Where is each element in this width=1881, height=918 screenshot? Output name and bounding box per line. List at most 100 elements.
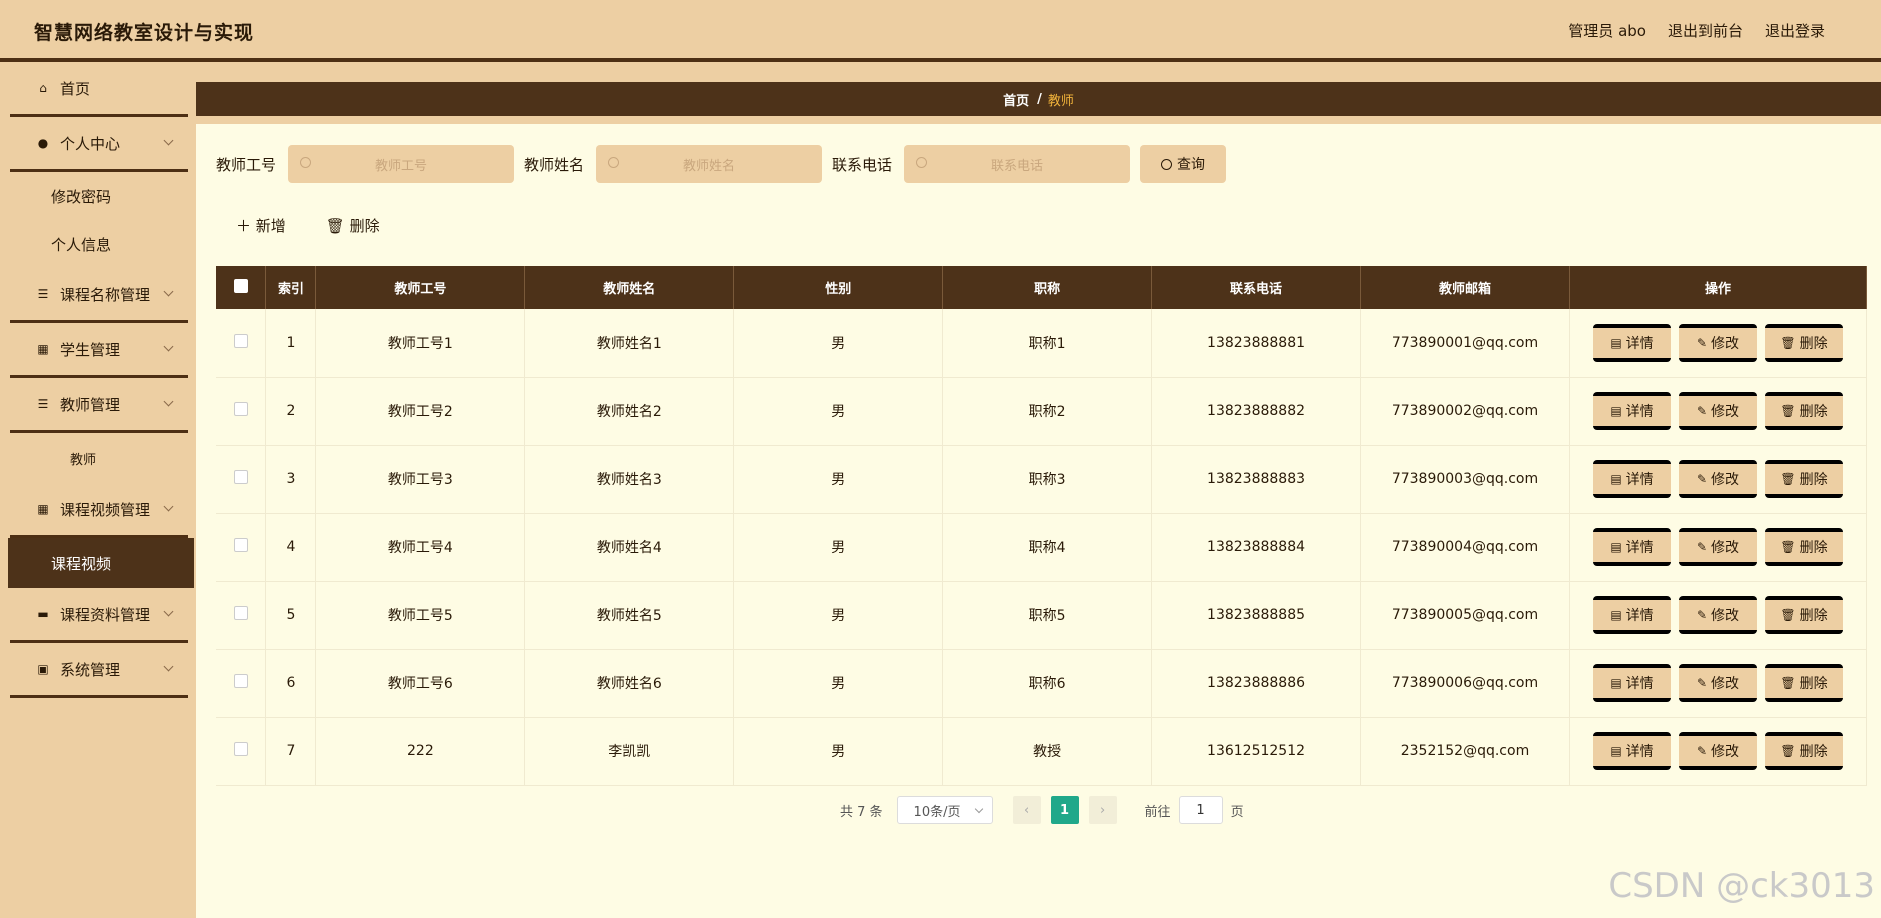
teacher-name-input[interactable]: 教师姓名 bbox=[596, 145, 823, 183]
cell-index: 1 bbox=[265, 309, 317, 378]
column-header: 职称 bbox=[942, 266, 1153, 309]
sidebar-item-course-video[interactable]: ▦ 课程视频管理 bbox=[10, 483, 188, 538]
chevron-down-icon bbox=[163, 501, 174, 512]
next-page-button[interactable]: › bbox=[1088, 796, 1117, 824]
logout-link[interactable]: 退出登录 bbox=[1765, 20, 1825, 41]
top-header: 智慧网络教室设计与实现 管理员 abo 退出到前台 退出登录 bbox=[0, 0, 1881, 62]
row-select-cell bbox=[216, 309, 267, 378]
edit-button[interactable]: ✎ 修改 bbox=[1678, 460, 1757, 498]
cell-teacher-name: 教师姓名2 bbox=[524, 377, 735, 446]
row-checkbox[interactable] bbox=[233, 470, 248, 484]
row-checkbox[interactable] bbox=[233, 402, 248, 416]
sidebar-item-course-material[interactable]: ▬ 课程资料管理 bbox=[10, 588, 188, 643]
user-icon: ● bbox=[37, 136, 49, 150]
page-size-select[interactable]: 10条/页 bbox=[896, 796, 993, 824]
delete-button[interactable]: 🗑 删除 bbox=[1764, 528, 1843, 566]
detail-button[interactable]: ▤ 详情 bbox=[1592, 732, 1671, 770]
sidebar-item-home[interactable]: ⌂ 首页 bbox=[10, 62, 188, 117]
delete-label: 删除 bbox=[349, 217, 380, 235]
bulk-delete-button[interactable]: 🗑 删除 bbox=[326, 215, 380, 236]
sidebar-item-personal[interactable]: ● 个人中心 bbox=[10, 117, 188, 172]
row-checkbox[interactable] bbox=[233, 674, 248, 688]
table-row: 7 222 李凯凯男教授 13612512512 2352152@qq.com ▤ 详情 ✎ 修… bbox=[216, 717, 1868, 786]
ticket-icon: ▬ bbox=[37, 607, 49, 621]
teacher-id-label: 教师工号 bbox=[216, 155, 277, 174]
cell-teacher-id: 教师工号5 bbox=[315, 581, 526, 650]
goto-page-input[interactable]: 1 bbox=[1178, 796, 1223, 824]
row-checkbox[interactable] bbox=[233, 606, 248, 620]
search-icon bbox=[916, 157, 928, 168]
edit-button[interactable]: ✎ 修改 bbox=[1678, 664, 1757, 702]
select-all-checkbox[interactable] bbox=[233, 278, 248, 293]
plus-icon: ＋ bbox=[236, 217, 256, 235]
cell-actions: ▤ 详情 ✎ 修改 🗑 删除 bbox=[1569, 377, 1868, 446]
sidebar-item-course-name[interactable]: ☰ 课程名称管理 bbox=[10, 268, 188, 323]
edit-button[interactable]: ✎ 修改 bbox=[1678, 323, 1757, 362]
home-icon: ⌂ bbox=[39, 81, 47, 95]
document-icon: ▤ bbox=[1610, 744, 1622, 758]
detail-button[interactable]: ▤ 详情 bbox=[1592, 528, 1671, 566]
row-checkbox[interactable] bbox=[233, 538, 248, 552]
sidebar-item-teacher[interactable]: ☰ 教师管理 bbox=[10, 378, 188, 433]
detail-label: 详情 bbox=[1625, 404, 1654, 420]
teacher-id-input[interactable]: 教师工号 bbox=[288, 145, 515, 183]
cell-actions: ▤ 详情 ✎ 修改 🗑 删除 bbox=[1569, 445, 1868, 514]
cell-gender: 男 bbox=[733, 717, 944, 786]
cell-teacher-id: 教师工号2 bbox=[315, 377, 526, 446]
sidebar-item-system[interactable]: ▣ 系统管理 bbox=[10, 643, 188, 698]
list-icon: ☰ bbox=[37, 397, 49, 411]
detail-label: 详情 bbox=[1625, 335, 1654, 352]
delete-button[interactable]: 🗑 删除 bbox=[1764, 392, 1843, 430]
prev-page-button[interactable]: ‹ bbox=[1012, 796, 1041, 824]
add-button[interactable]: ＋ 新增 bbox=[236, 215, 286, 236]
cell-title: 职称5 bbox=[942, 581, 1153, 650]
cell-phone: 13823888884 bbox=[1151, 513, 1361, 582]
cell-email: 773890002@qq.com bbox=[1360, 377, 1570, 446]
cell-actions: ▤ 详情 ✎ 修改 🗑 删除 bbox=[1569, 717, 1868, 786]
row-checkbox[interactable] bbox=[233, 333, 248, 348]
cell-email: 773890001@qq.com bbox=[1360, 309, 1570, 378]
edit-button[interactable]: ✎ 修改 bbox=[1678, 732, 1757, 770]
delete-button[interactable]: 🗑 删除 bbox=[1764, 596, 1843, 634]
delete-button[interactable]: 🗑 删除 bbox=[1764, 664, 1843, 702]
search-button-label: 查询 bbox=[1177, 157, 1206, 173]
delete-button[interactable]: 🗑 删除 bbox=[1764, 460, 1843, 498]
detail-button[interactable]: ▤ 详情 bbox=[1592, 460, 1671, 498]
delete-button[interactable]: 🗑 删除 bbox=[1764, 323, 1843, 362]
delete-label: 删除 bbox=[1799, 540, 1828, 556]
detail-button[interactable]: ▤ 详情 bbox=[1592, 323, 1671, 362]
detail-label: 详情 bbox=[1625, 540, 1654, 556]
edit-label: 修改 bbox=[1711, 335, 1740, 352]
sidebar-subitem-teacher[interactable]: 教师 bbox=[0, 433, 196, 483]
cell-teacher-id: 教师工号6 bbox=[315, 649, 526, 718]
search-icon bbox=[1161, 158, 1173, 170]
pencil-icon: ✎ bbox=[1696, 335, 1708, 350]
delete-label: 删除 bbox=[1799, 472, 1828, 488]
pencil-icon: ✎ bbox=[1696, 744, 1708, 758]
row-checkbox[interactable] bbox=[233, 742, 248, 756]
grid-icon: ▦ bbox=[37, 342, 49, 356]
breadcrumb-current: 教师 bbox=[1047, 93, 1074, 109]
detail-button[interactable]: ▤ 详情 bbox=[1592, 664, 1671, 702]
sidebar-subitem-course-video[interactable]: 课程视频 bbox=[8, 538, 194, 588]
page-1-button[interactable]: 1 bbox=[1050, 796, 1079, 824]
phone-input[interactable]: 联系电话 bbox=[904, 145, 1131, 183]
detail-button[interactable]: ▤ 详情 bbox=[1592, 596, 1671, 634]
cell-actions: ▤ 详情 ✎ 修改 🗑 删除 bbox=[1569, 649, 1868, 718]
sidebar-subitem-change-password[interactable]: 修改密码 bbox=[0, 172, 196, 220]
sidebar-item-student[interactable]: ▦ 学生管理 bbox=[10, 323, 188, 378]
search-button[interactable]: 查询 bbox=[1140, 145, 1227, 183]
edit-button[interactable]: ✎ 修改 bbox=[1678, 392, 1757, 430]
breadcrumb-home[interactable]: 首页 bbox=[1003, 90, 1029, 109]
sidebar-subitem-profile[interactable]: 个人信息 bbox=[0, 220, 196, 268]
edit-label: 修改 bbox=[1711, 676, 1740, 692]
search-form: 教师工号 教师工号 教师姓名 教师姓名 联系电话 联系电话 查询 bbox=[216, 145, 1227, 183]
edit-button[interactable]: ✎ 修改 bbox=[1678, 528, 1757, 566]
edit-button[interactable]: ✎ 修改 bbox=[1678, 596, 1757, 634]
exit-to-front-link[interactable]: 退出到前台 bbox=[1668, 20, 1743, 41]
cell-index: 3 bbox=[265, 445, 317, 514]
detail-button[interactable]: ▤ 详情 bbox=[1592, 392, 1671, 430]
pencil-icon: ✎ bbox=[1696, 676, 1708, 690]
cell-teacher-id: 教师工号3 bbox=[315, 445, 526, 514]
delete-button[interactable]: 🗑 删除 bbox=[1764, 732, 1843, 770]
